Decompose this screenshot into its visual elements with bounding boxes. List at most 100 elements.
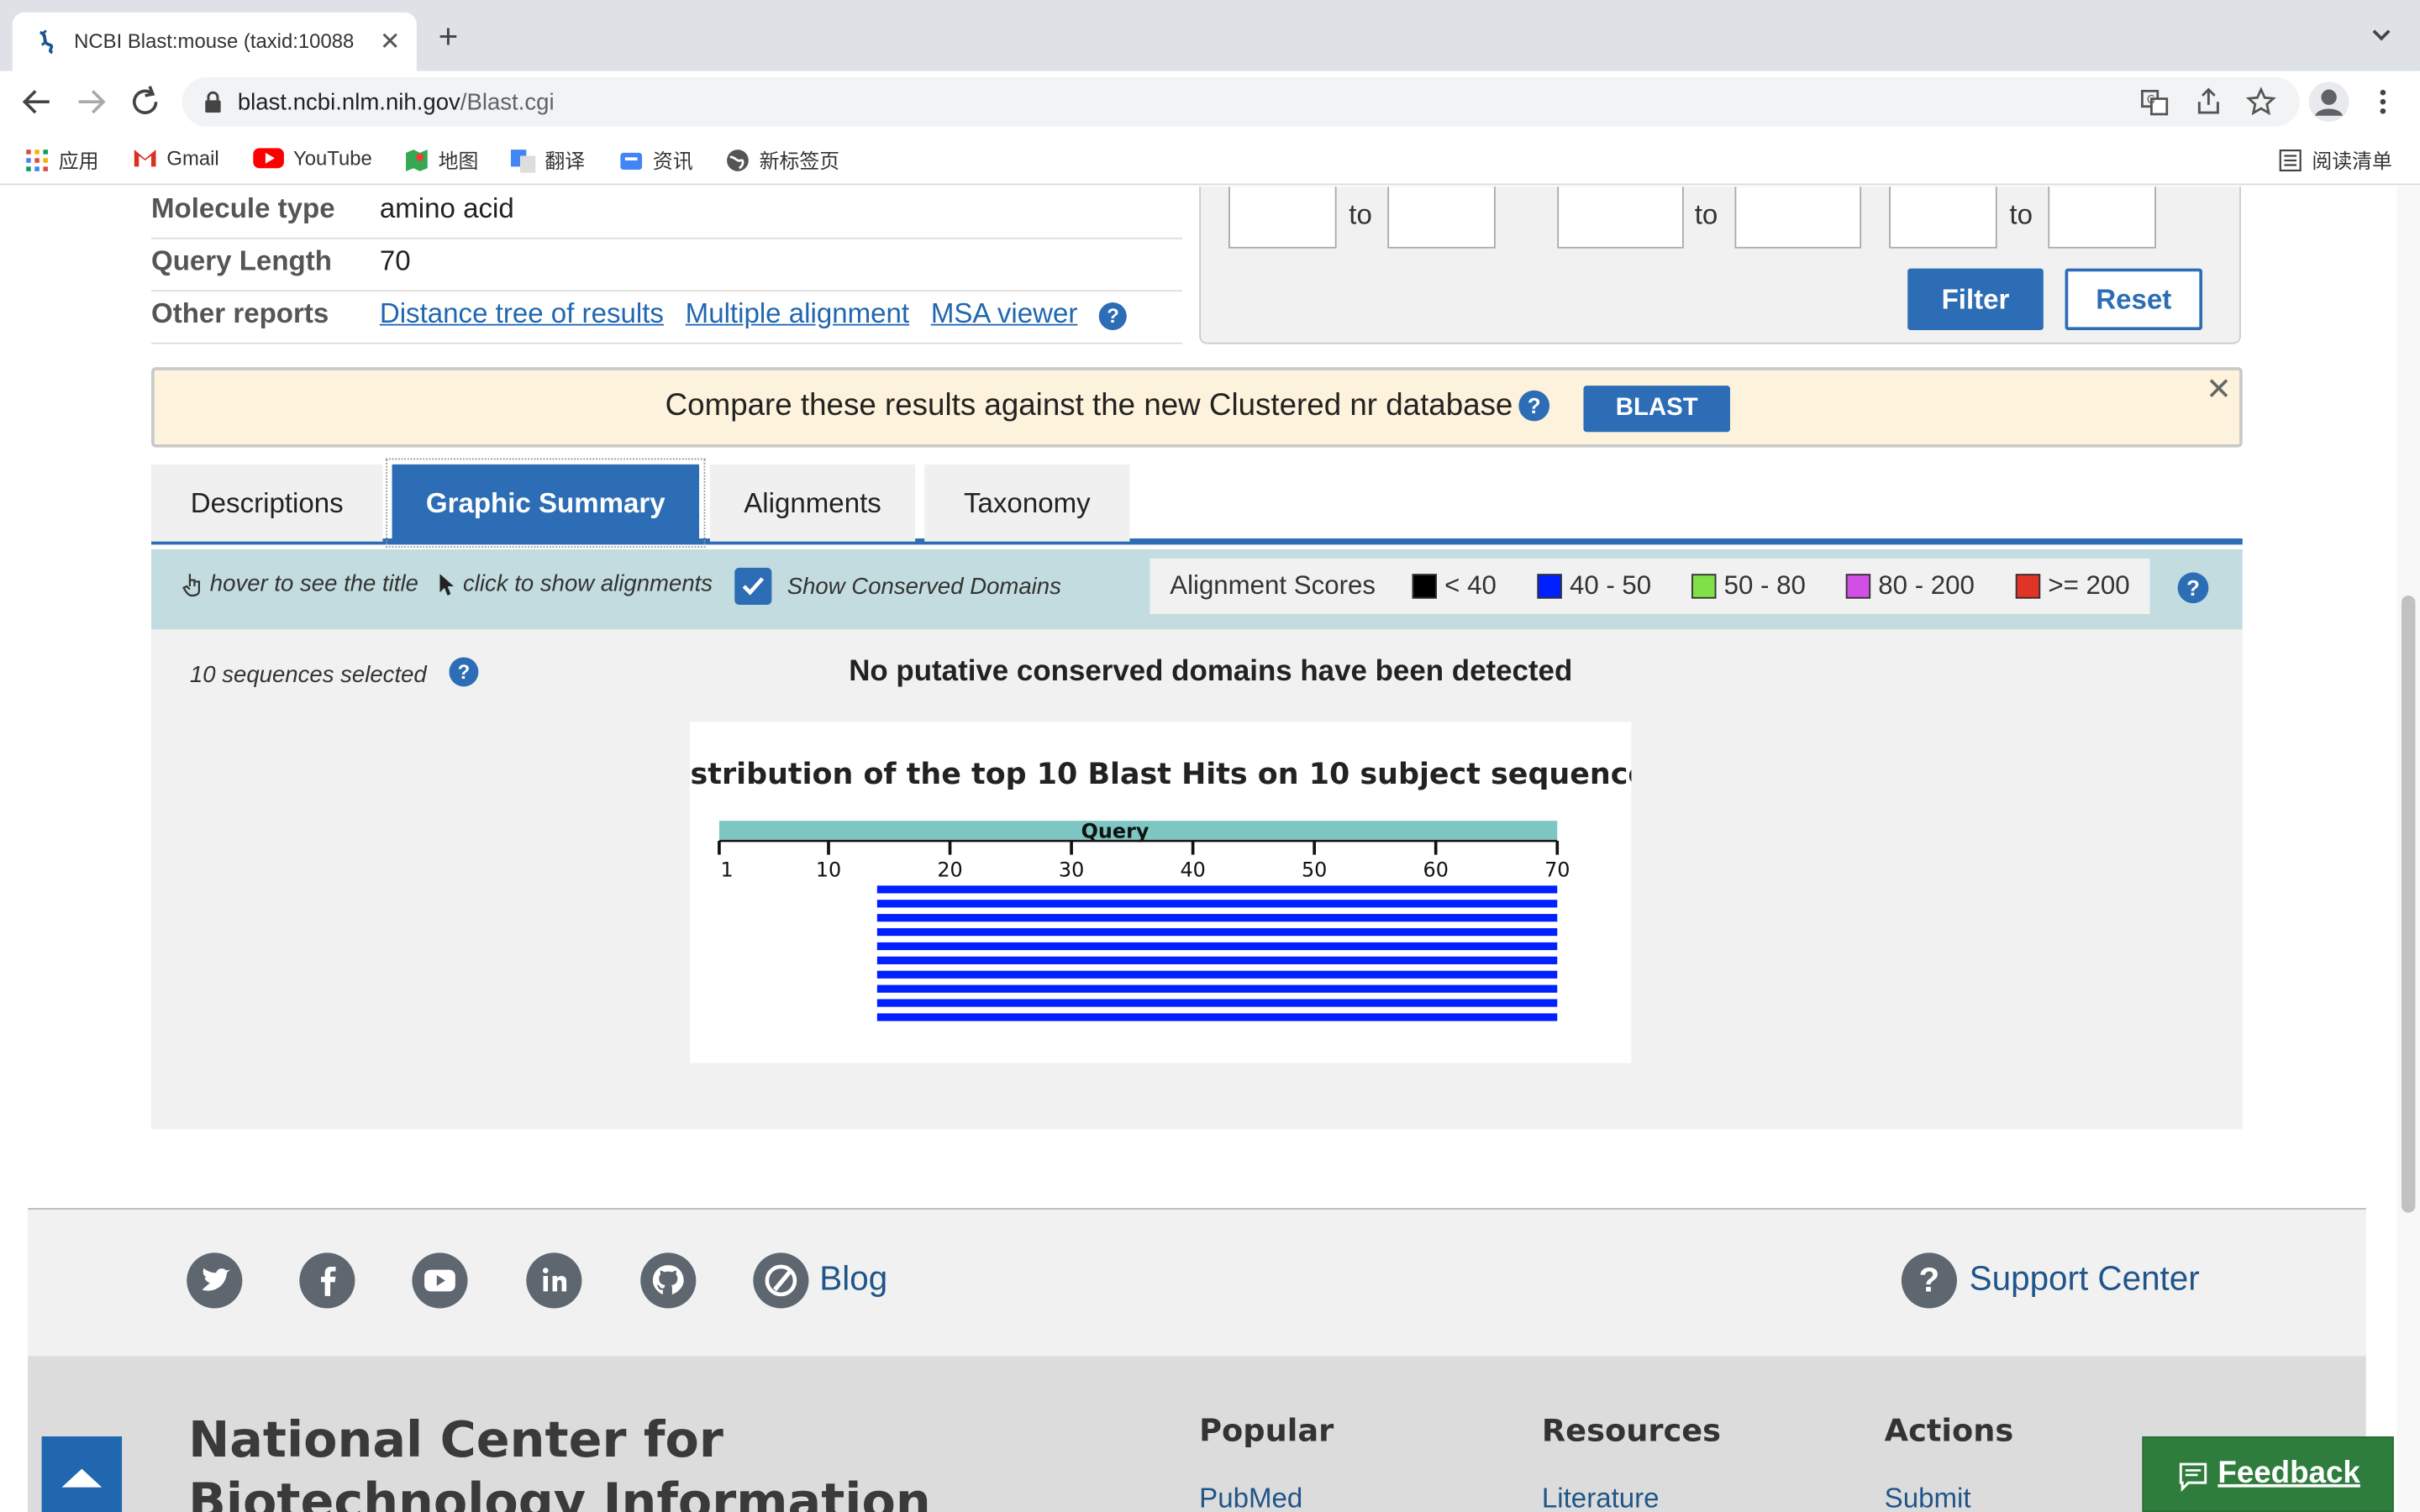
- hit-bar[interactable]: [876, 984, 1558, 993]
- youtube-social-icon[interactable]: [412, 1252, 468, 1309]
- github-icon[interactable]: [640, 1252, 697, 1309]
- selection-help-icon[interactable]: ?: [449, 657, 479, 687]
- feedback-button[interactable]: Feedback: [2142, 1436, 2394, 1512]
- show-domains-toggle[interactable]: Show Conserved Domains: [734, 567, 1061, 605]
- bookmark-youtube[interactable]: YouTube: [253, 145, 372, 170]
- tab-search-chevron-icon[interactable]: [2370, 24, 2392, 46]
- support-center-icon[interactable]: ?: [1901, 1252, 1957, 1309]
- bookmark-newtab[interactable]: 新标签页: [725, 145, 839, 175]
- distance-tree-link[interactable]: Distance tree of results: [380, 297, 664, 330]
- footer-main: National Center for Biotechnology Inform…: [28, 1356, 2366, 1512]
- svg-text:G: G: [2147, 94, 2155, 107]
- tab-descriptions[interactable]: Descriptions: [150, 464, 383, 542]
- scrollbar-thumb[interactable]: [2401, 595, 2416, 1213]
- linkedin-icon[interactable]: [526, 1252, 582, 1309]
- help-icon[interactable]: ?: [1099, 302, 1128, 331]
- blog-icon[interactable]: [753, 1252, 809, 1309]
- share-icon[interactable]: [2193, 87, 2224, 118]
- news-icon: [620, 151, 643, 170]
- query-length-row: Query Length 70: [150, 239, 1182, 292]
- tab-taxonomy[interactable]: Taxonomy: [924, 464, 1130, 542]
- banner-help-icon[interactable]: ?: [1518, 390, 1550, 422]
- query-label: Query: [1081, 819, 1150, 843]
- score-legend-item: >= 200: [2015, 571, 2130, 602]
- literature-link[interactable]: Literature: [1542, 1483, 1660, 1512]
- translate-icon[interactable]: G: [2139, 87, 2170, 118]
- blog-link[interactable]: Blog: [819, 1259, 887, 1299]
- tick-label: 30: [1059, 858, 1084, 881]
- tab-alignments[interactable]: Alignments: [709, 464, 916, 542]
- msa-viewer-link[interactable]: MSA viewer: [931, 297, 1078, 330]
- filter-button[interactable]: Filter: [1907, 268, 2044, 331]
- bookmark-label: 资讯: [652, 150, 693, 173]
- close-tab-icon[interactable]: ✕: [380, 26, 401, 57]
- bookmark-apps[interactable]: 应用: [24, 145, 99, 175]
- bookmark-label: 新标签页: [759, 150, 840, 173]
- bookmark-gmail[interactable]: Gmail: [133, 145, 219, 170]
- bookmark-maps[interactable]: 地图: [404, 145, 478, 175]
- hover-hint: hover to see the title: [182, 571, 418, 597]
- query-length-label: Query Length: [150, 245, 332, 276]
- hit-bar[interactable]: [876, 900, 1558, 908]
- click-hint: click to show alignments: [439, 571, 713, 597]
- to-label: to: [1694, 198, 1718, 230]
- support-center-link[interactable]: Support Center: [1970, 1259, 2200, 1299]
- bookmark-star-icon[interactable]: [2245, 87, 2276, 118]
- score-swatch: [1412, 574, 1437, 599]
- browser-tab[interactable]: NCBI Blast:mouse (taxid:10088 ✕: [12, 12, 417, 71]
- submit-link[interactable]: Submit: [1885, 1483, 1971, 1512]
- hit-bar[interactable]: [876, 927, 1558, 937]
- back-to-top-button[interactable]: [41, 1436, 123, 1512]
- forward-icon[interactable]: [72, 83, 109, 120]
- page-scrollbar[interactable]: [2396, 186, 2420, 1512]
- tick-label: 60: [1423, 858, 1449, 881]
- url-host: blast.ncbi.nlm.nih.gov: [237, 89, 460, 116]
- hit-bar[interactable]: [876, 914, 1558, 922]
- tick-label: 1: [721, 858, 734, 881]
- bookmark-translate[interactable]: 翻译: [510, 145, 586, 175]
- score-legend-item: 50 - 80: [1691, 571, 1806, 602]
- score-label: 80 - 200: [1878, 570, 1975, 601]
- address-bar[interactable]: blast.ncbi.nlm.nih.gov/Blast.cgi G: [182, 76, 2300, 127]
- close-banner-icon[interactable]: ✕: [2206, 370, 2232, 409]
- reload-icon[interactable]: [127, 83, 164, 120]
- reset-button[interactable]: Reset: [2065, 268, 2203, 331]
- filter-range-2-from-input[interactable]: [1557, 186, 1684, 249]
- cursor-arrow-icon: [439, 573, 454, 596]
- tab-graphic-summary[interactable]: Graphic Summary: [386, 458, 706, 549]
- tick-label: 70: [1544, 858, 1570, 881]
- show-domains-checkbox[interactable]: [734, 567, 772, 605]
- hit-bar[interactable]: [876, 956, 1558, 964]
- hit-bar[interactable]: [876, 1013, 1558, 1021]
- twitter-icon[interactable]: [187, 1252, 243, 1309]
- hit-bar[interactable]: [876, 970, 1558, 979]
- legend-help-icon[interactable]: ?: [2177, 572, 2209, 604]
- footer-social: Blog ? Support Center: [28, 1208, 2366, 1357]
- filter-range-1-to-input[interactable]: [1387, 186, 1496, 249]
- facebook-icon[interactable]: [299, 1252, 355, 1309]
- hit-bar[interactable]: [876, 942, 1558, 951]
- new-tab-icon[interactable]: +: [439, 19, 459, 54]
- filter-range-2-to-input[interactable]: [1734, 186, 1862, 249]
- reading-list[interactable]: 阅读清单: [2278, 145, 2392, 175]
- blast-hits-chart: Distribution of the top 10 Blast Hits on…: [656, 722, 1665, 1063]
- blast-button[interactable]: BLAST: [1583, 386, 1730, 433]
- bookmark-news[interactable]: 资讯: [619, 145, 693, 175]
- pubmed-link[interactable]: PubMed: [1199, 1483, 1302, 1512]
- hit-bar[interactable]: [876, 999, 1558, 1007]
- score-swatch: [2015, 574, 2041, 599]
- filter-range-3-to-input[interactable]: [2048, 186, 2156, 249]
- ncbi-favicon-icon: [39, 29, 54, 55]
- lock-icon: [205, 91, 221, 113]
- show-domains-label: Show Conserved Domains: [786, 573, 1061, 600]
- profile-avatar-icon[interactable]: [2308, 81, 2349, 123]
- url-path: /Blast.cgi: [460, 89, 555, 116]
- browser-menu-icon[interactable]: [2374, 87, 2392, 118]
- filter-range-3-from-input[interactable]: [1889, 186, 1997, 249]
- multiple-alignment-link[interactable]: Multiple alignment: [686, 297, 909, 330]
- molecule-type-row: Molecule type amino acid: [150, 186, 1182, 239]
- bookmark-label: 翻译: [544, 150, 586, 173]
- back-icon[interactable]: [18, 83, 55, 120]
- filter-range-1-from-input[interactable]: [1228, 186, 1337, 249]
- hit-bar[interactable]: [876, 885, 1558, 894]
